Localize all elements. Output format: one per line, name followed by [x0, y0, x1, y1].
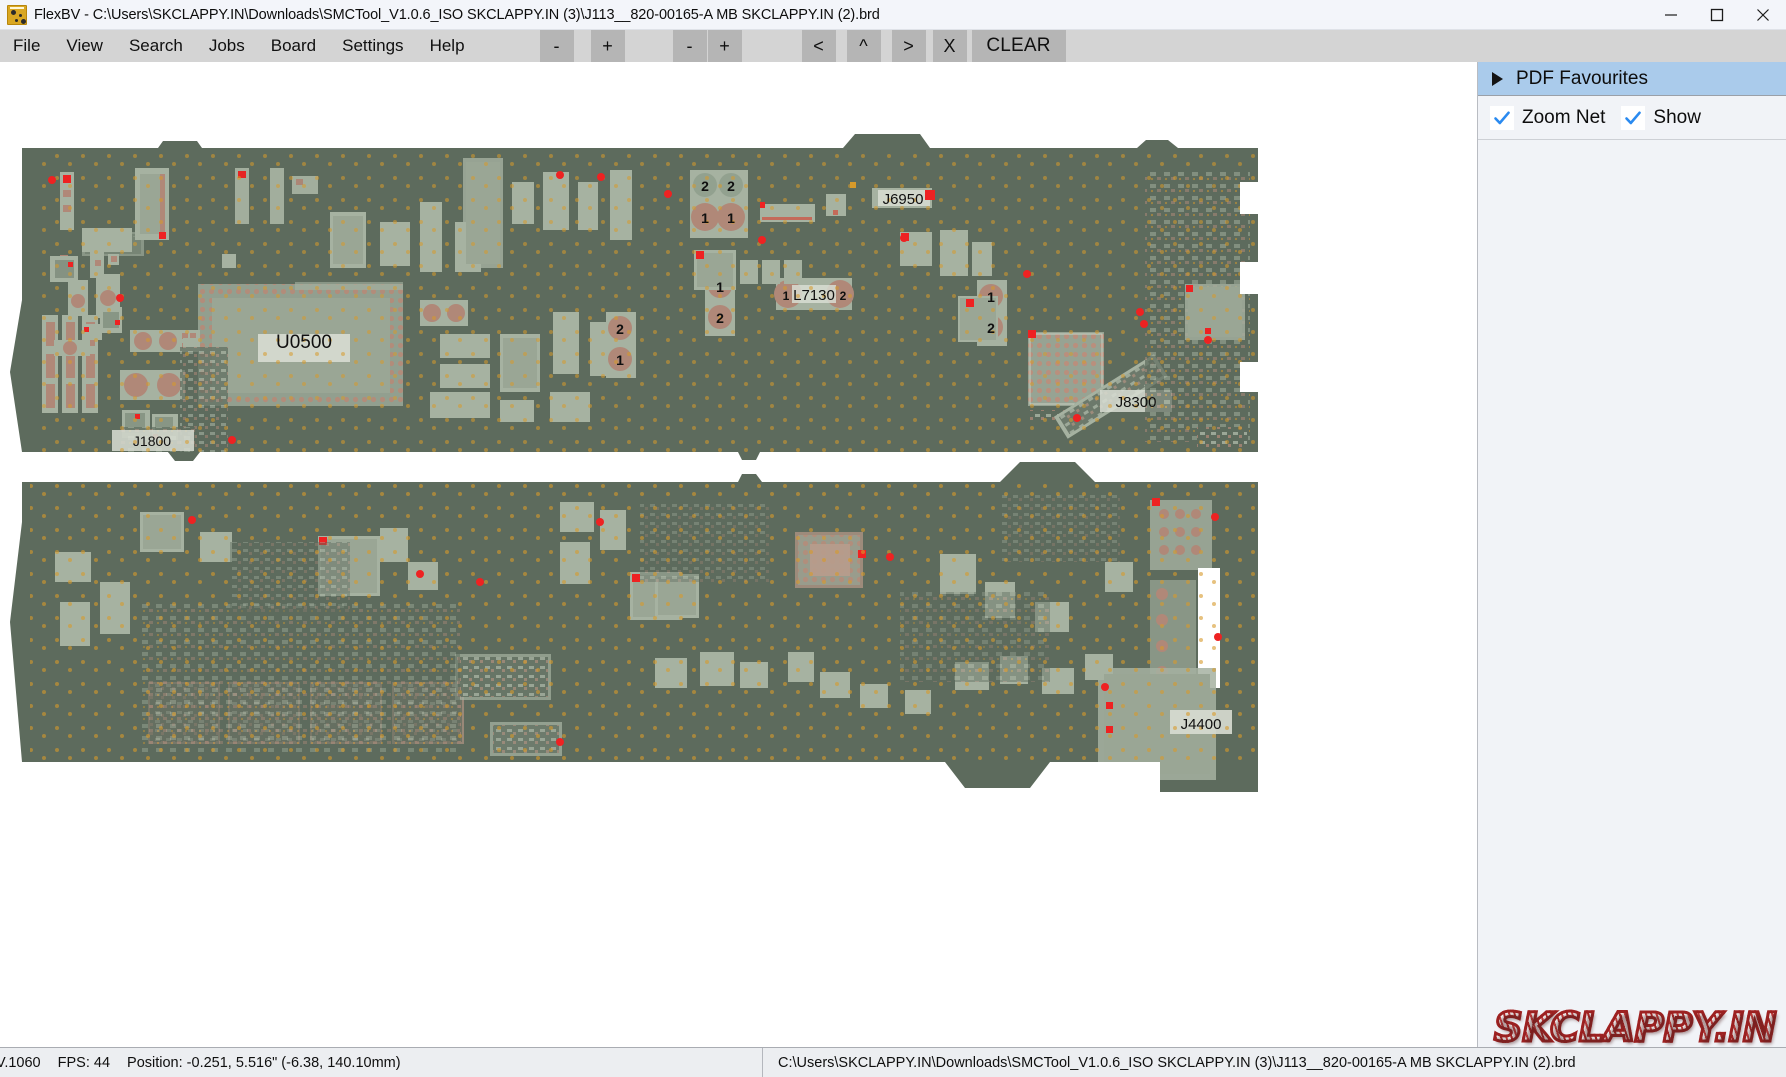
- main-area: U0500 J1800 L7130 J6950 J8300 J4400 2 2 …: [0, 62, 1786, 1047]
- status-left-group: V.1060 FPS: 44 Position: -0.251, 5.516" …: [0, 1055, 418, 1071]
- pin-number: 1: [616, 352, 624, 368]
- show-label: Show: [1653, 106, 1701, 128]
- pin-number: 1: [701, 210, 709, 226]
- pin-number: 2: [727, 178, 735, 194]
- status-position: Position: -0.251, 5.516" (-6.38, 140.10m…: [127, 1054, 401, 1071]
- up-button[interactable]: ^: [846, 30, 881, 62]
- component-label-j6950: J6950: [883, 191, 924, 208]
- status-file-path: C:\Users\SKCLAPPY.IN\Downloads\SMCTool_V…: [778, 1054, 1576, 1071]
- pdf-favourites-header[interactable]: PDF Favourites: [1478, 62, 1786, 96]
- menu-item-search[interactable]: Search: [116, 30, 196, 62]
- pin-number: 2: [616, 321, 624, 337]
- pin-number: 1: [783, 289, 790, 303]
- status-version: V.1060: [0, 1054, 41, 1071]
- component-label-j8300: J8300: [1116, 394, 1157, 411]
- toolbar-spacer-2: [573, 30, 591, 62]
- toolbar-spacer-5: [741, 30, 802, 62]
- menu-item-jobs[interactable]: Jobs: [196, 30, 258, 62]
- zoom-out-button-2[interactable]: -: [672, 30, 707, 62]
- toolbar-spacer-6: [835, 30, 847, 62]
- check-icon: [1625, 110, 1642, 124]
- sidebar-options-row: Zoom Net Show: [1478, 96, 1786, 140]
- clear-button[interactable]: CLEAR: [971, 30, 1066, 62]
- zoom-out-button-1[interactable]: -: [539, 30, 574, 62]
- status-divider: [762, 1048, 763, 1077]
- pdf-favourites-label: PDF Favourites: [1516, 67, 1648, 89]
- triangle-right-icon[interactable]: [1492, 71, 1503, 86]
- status-bar: V.1060 FPS: 44 Position: -0.251, 5.516" …: [0, 1047, 1786, 1077]
- menu-item-settings[interactable]: Settings: [329, 30, 416, 62]
- close-icon[interactable]: [1740, 0, 1786, 30]
- flexbv-app-icon: [7, 4, 27, 25]
- pin-number: 1: [727, 210, 735, 226]
- next-button[interactable]: >: [891, 30, 926, 62]
- title-bar: FlexBV - C:\Users\SKCLAPPY.IN\Downloads\…: [0, 0, 1786, 30]
- toolbar-spacer-1: [478, 30, 540, 62]
- component-label-j1800: J1800: [133, 433, 171, 449]
- toolbar-spacer-7: [880, 30, 892, 62]
- prev-button[interactable]: <: [801, 30, 836, 62]
- component-label-j4400: J4400: [1181, 716, 1222, 733]
- pin-number: 2: [987, 320, 995, 336]
- pin-number: 1: [987, 289, 995, 305]
- maximize-icon[interactable]: [1694, 0, 1740, 30]
- board-top-layer: [10, 134, 1258, 461]
- status-fps: FPS: 44: [57, 1054, 111, 1071]
- window-controls: [1648, 0, 1786, 30]
- component-label-l7130: L7130: [793, 287, 835, 304]
- component-label-u0500: U0500: [276, 332, 332, 353]
- toolbar-spacer-8: [925, 30, 933, 62]
- show-checkbox[interactable]: [1621, 105, 1646, 130]
- zoom-in-button-2[interactable]: +: [707, 30, 742, 62]
- window-title: FlexBV - C:\Users\SKCLAPPY.IN\Downloads\…: [34, 6, 880, 23]
- pin-number: 1: [716, 279, 724, 295]
- zoom-net-label: Zoom Net: [1522, 106, 1606, 128]
- right-sidebar: PDF Favourites Zoom Net Show: [1477, 62, 1786, 1047]
- minimize-icon[interactable]: [1648, 0, 1694, 30]
- menu-item-view[interactable]: View: [53, 30, 116, 62]
- zoom-net-checkbox[interactable]: [1490, 105, 1514, 130]
- menu-item-board[interactable]: Board: [258, 30, 329, 62]
- pin-number: 2: [716, 310, 724, 326]
- pin-number: 2: [840, 289, 847, 303]
- pin-number: 2: [701, 178, 709, 194]
- sidebar-content-area: [1478, 140, 1786, 1047]
- board-canvas[interactable]: U0500 J1800 L7130 J6950 J8300 J4400 2 2 …: [0, 62, 1477, 1047]
- toolbar-spacer-3: [624, 30, 673, 62]
- close-net-button[interactable]: X: [932, 30, 967, 62]
- board-rendering: U0500 J1800 L7130 J6950 J8300 J4400 2 2 …: [0, 62, 1477, 1047]
- menu-item-help[interactable]: Help: [417, 30, 478, 62]
- flexbv-window: FlexBV - C:\Users\SKCLAPPY.IN\Downloads\…: [0, 0, 1786, 1077]
- menu-toolbar: File View Search Jobs Board Settings Hel…: [0, 30, 1786, 62]
- check-icon: [1494, 110, 1510, 124]
- zoom-in-button-1[interactable]: +: [590, 30, 625, 62]
- board-bottom-layer: [10, 462, 1258, 792]
- menu-item-file[interactable]: File: [0, 30, 53, 62]
